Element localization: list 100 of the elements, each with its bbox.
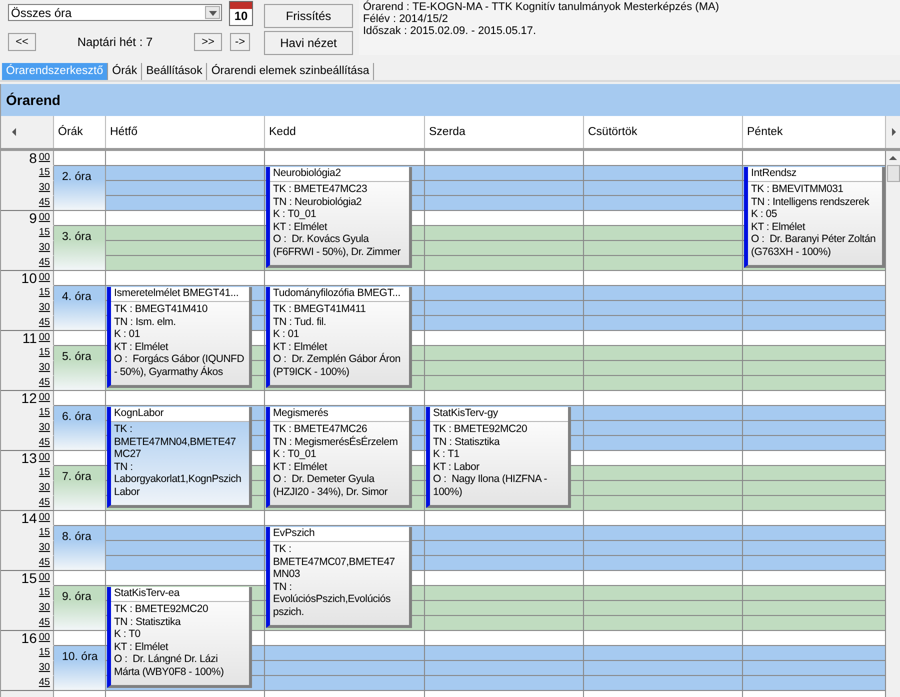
event-card[interactable]: StatKisTerv-ea TK : BMETE92MC20 TN : Statisztika K : T0 KT : Elmélet O : Dr. Lángné Dr. Lázi Márta (WBY0F8 - 100%) xyxy=(107,587,252,688)
event-detail: O : Dr. Baranyi Péter Zoltán xyxy=(751,233,877,246)
time-label: 15 xyxy=(1,466,54,481)
scroll-left-icon[interactable] xyxy=(11,128,17,136)
event-detail: K : 05 xyxy=(751,208,778,220)
event-detail: Márta (WBY0F8 - 100%) xyxy=(114,666,225,678)
event-detail: BMETE47MC07,BMETE47 xyxy=(273,556,396,568)
event-detail: MC27 xyxy=(114,448,142,460)
event-detail: TK : xyxy=(273,543,292,556)
event-title: Ismeretelmélet BMEGT41... xyxy=(111,287,249,302)
event-detail: K : T0_01 xyxy=(273,448,318,460)
jump-button[interactable]: -> xyxy=(230,33,250,51)
event-card[interactable]: StatKisTerv-gy TK : BMETE92MC20 TN : Statisztika K : T1 KT : Labor O : Nagy Ilona (HIZFNA - 100%) xyxy=(426,407,571,508)
time-label: 45 xyxy=(1,676,54,691)
info-line: Órarend : TE-KOGN-MA - TTK Kognitív tanulmányok Mesterképzés (MA) xyxy=(363,1,720,13)
tab[interactable]: Beállítások xyxy=(142,63,208,80)
calendar-button[interactable]: 10 xyxy=(229,1,253,26)
event-detail: TN : Tud. fil. xyxy=(273,316,328,328)
event-detail: KT : Labor xyxy=(433,460,480,473)
time-label: 30 xyxy=(1,481,54,496)
time-label: 30 xyxy=(1,541,54,556)
time-label: 45 xyxy=(1,436,54,451)
period-label: 5. óra xyxy=(54,346,106,391)
event-card[interactable]: IntRendsz TK : BMEVITMM031 TN : Intelligens rendszerek K : 05 KT : Elmélet O : Dr. Baranyi Péter Zoltán (G763XH - 100%) xyxy=(744,167,885,268)
period-label: 2. óra xyxy=(54,166,106,211)
event-detail: O : Dr. Kovács Gyula xyxy=(273,233,370,246)
dropdown-button[interactable] xyxy=(205,6,220,19)
event-detail: TN : Neurobiológia2 xyxy=(273,196,363,208)
time-label: 15 xyxy=(1,586,54,601)
previous-week-button[interactable]: << xyxy=(8,33,36,51)
event-title: Megismerés xyxy=(270,407,409,422)
event-detail: TN : xyxy=(273,580,293,593)
event-detail: (F6FRWI - 50%), Dr. Zimmer xyxy=(273,246,402,258)
event-card[interactable]: Tudományfilozófia BMEGT... TK : BMEGT41M411 TN : Tud. fil. K : 01 KT : Elmélet O : Dr. Zemplén Gábor Áron (PT9ICK - 100%) xyxy=(266,287,412,388)
event-detail: TN : Intelligens rendszerek xyxy=(751,196,870,208)
time-label: 30 xyxy=(1,421,54,436)
event-detail: (HZJI20 - 34%), Dr. Simor xyxy=(273,486,389,498)
period-label: 4. óra xyxy=(54,286,106,331)
period-label: 10. óra xyxy=(54,646,106,691)
dropdown-arrow-icon[interactable] xyxy=(208,10,216,16)
event-detail: O : Dr. Zemplén Gábor Áron xyxy=(273,353,402,366)
time-label: 30 xyxy=(1,181,54,196)
period-label: 6. óra xyxy=(54,406,106,451)
event-detail: TN : xyxy=(114,460,134,473)
week-label: Naptári hét : 7 xyxy=(76,35,154,49)
event-detail: Laborgyakorlat1,KognPszich xyxy=(114,473,242,486)
event-detail: MN03 xyxy=(273,568,302,580)
event-card[interactable]: Neurobiológia2 TK : BMETE47MC23 TN : Neurobiológia2 K : T0_01 KT : Elmélet O : Dr. Kovács Gyula (F6FRWI - 50%), Dr. Zimmer xyxy=(266,167,412,268)
time-label: 15 xyxy=(1,646,54,661)
period-label: 9. óra xyxy=(54,586,106,631)
event-card[interactable]: EvPszich TK : BMETE47MC07,BMETE47 MN03 TN : EvolúciósPszich,Evolúciós pszich. xyxy=(266,527,412,628)
month-view-button[interactable]: Havi nézet xyxy=(264,31,353,55)
event-detail: TK : BMEVITMM031 xyxy=(751,183,844,196)
period-label: 3. óra xyxy=(54,226,106,271)
scroll-up-icon[interactable] xyxy=(889,155,897,161)
event-title: IntRendsz xyxy=(748,167,882,182)
event-detail: TN : Ism. elm. xyxy=(114,316,177,328)
time-label: 15 xyxy=(1,286,54,301)
event-detail: O : Dr. Lángné Dr. Lázi xyxy=(114,653,219,666)
info-line: Félév : 2014/15/2 xyxy=(363,13,450,25)
event-detail: KT : Elmélet xyxy=(114,640,170,653)
event-detail: (G763XH - 100%) xyxy=(751,246,832,258)
next-week-button[interactable]: >> xyxy=(194,33,222,51)
event-detail: KT : Elmélet xyxy=(751,220,806,233)
tab[interactable]: Órarendi elemek szinbeállítása xyxy=(207,63,374,80)
event-detail: K : T0_01 xyxy=(273,208,318,220)
tab[interactable]: Órák xyxy=(108,63,142,80)
time-label: 15 xyxy=(1,346,54,361)
time-label: 30 xyxy=(1,601,54,616)
event-detail: TK : xyxy=(114,423,134,436)
event-detail: KT : Elmélet xyxy=(114,340,170,353)
event-detail: K : T0 xyxy=(114,628,142,640)
scroll-right-icon[interactable] xyxy=(891,128,897,136)
event-detail: TK : BMETE92MC20 xyxy=(433,423,528,436)
event-card[interactable]: Megismerés TK : BMETE47MC26 TN : MegismerésÉsÉrzelem K : T0_01 KT : Elmélet O : Dr. Demeter Gyula (HZJI20 - 34%), Dr. Simor xyxy=(266,407,412,508)
event-detail: TK : BMETE47MC23 xyxy=(273,183,368,196)
event-detail: Labor xyxy=(114,486,141,498)
event-title: StatKisTerv-ea xyxy=(111,587,249,602)
scrollbar-thumb[interactable] xyxy=(886,165,900,182)
event-title: Neurobiológia2 xyxy=(270,167,409,182)
event-detail: (PT9ICK - 100%) xyxy=(273,366,350,378)
time-label: 45 xyxy=(1,256,54,271)
timetable-title: Órarend xyxy=(1,84,900,116)
period-label: 7. óra xyxy=(54,466,106,511)
event-title: Tudományfilozófia BMEGT... xyxy=(270,287,409,302)
event-detail: TK : BMETE92MC20 xyxy=(114,603,210,616)
event-detail: TK : BMETE47MC26 xyxy=(273,423,368,436)
event-detail: O : Nagy Ilona (HIZFNA - xyxy=(433,473,548,486)
event-detail: K : 01 xyxy=(273,328,300,340)
event-detail: KT : Elmélet xyxy=(273,340,328,353)
event-card[interactable]: Ismeretelmélet BMEGT41... TK : BMEGT41M410 TN : Ism. elm. K : 01 KT : Elmélet O : Forgács Gábor (IQUNFD - 50%), Gyarmathy Ákos xyxy=(107,287,252,388)
filter-dropdown[interactable]: Összes óra xyxy=(8,4,222,21)
info-line: Időszak : 2015.02.09. - 2015.05.17. xyxy=(363,25,538,37)
event-detail: TN : Statisztika xyxy=(433,436,501,448)
refresh-button[interactable]: Frissítés xyxy=(264,4,353,28)
time-label: 45 xyxy=(1,196,54,211)
event-card[interactable]: KognLabor TK : BMETE47MN04,BMETE47 MC27 TN : Laborgyakorlat1,KognPszich Labor xyxy=(107,407,252,508)
time-label: 30 xyxy=(1,661,54,676)
event-title: StatKisTerv-gy xyxy=(430,407,568,422)
time-label: 15 xyxy=(1,226,54,241)
